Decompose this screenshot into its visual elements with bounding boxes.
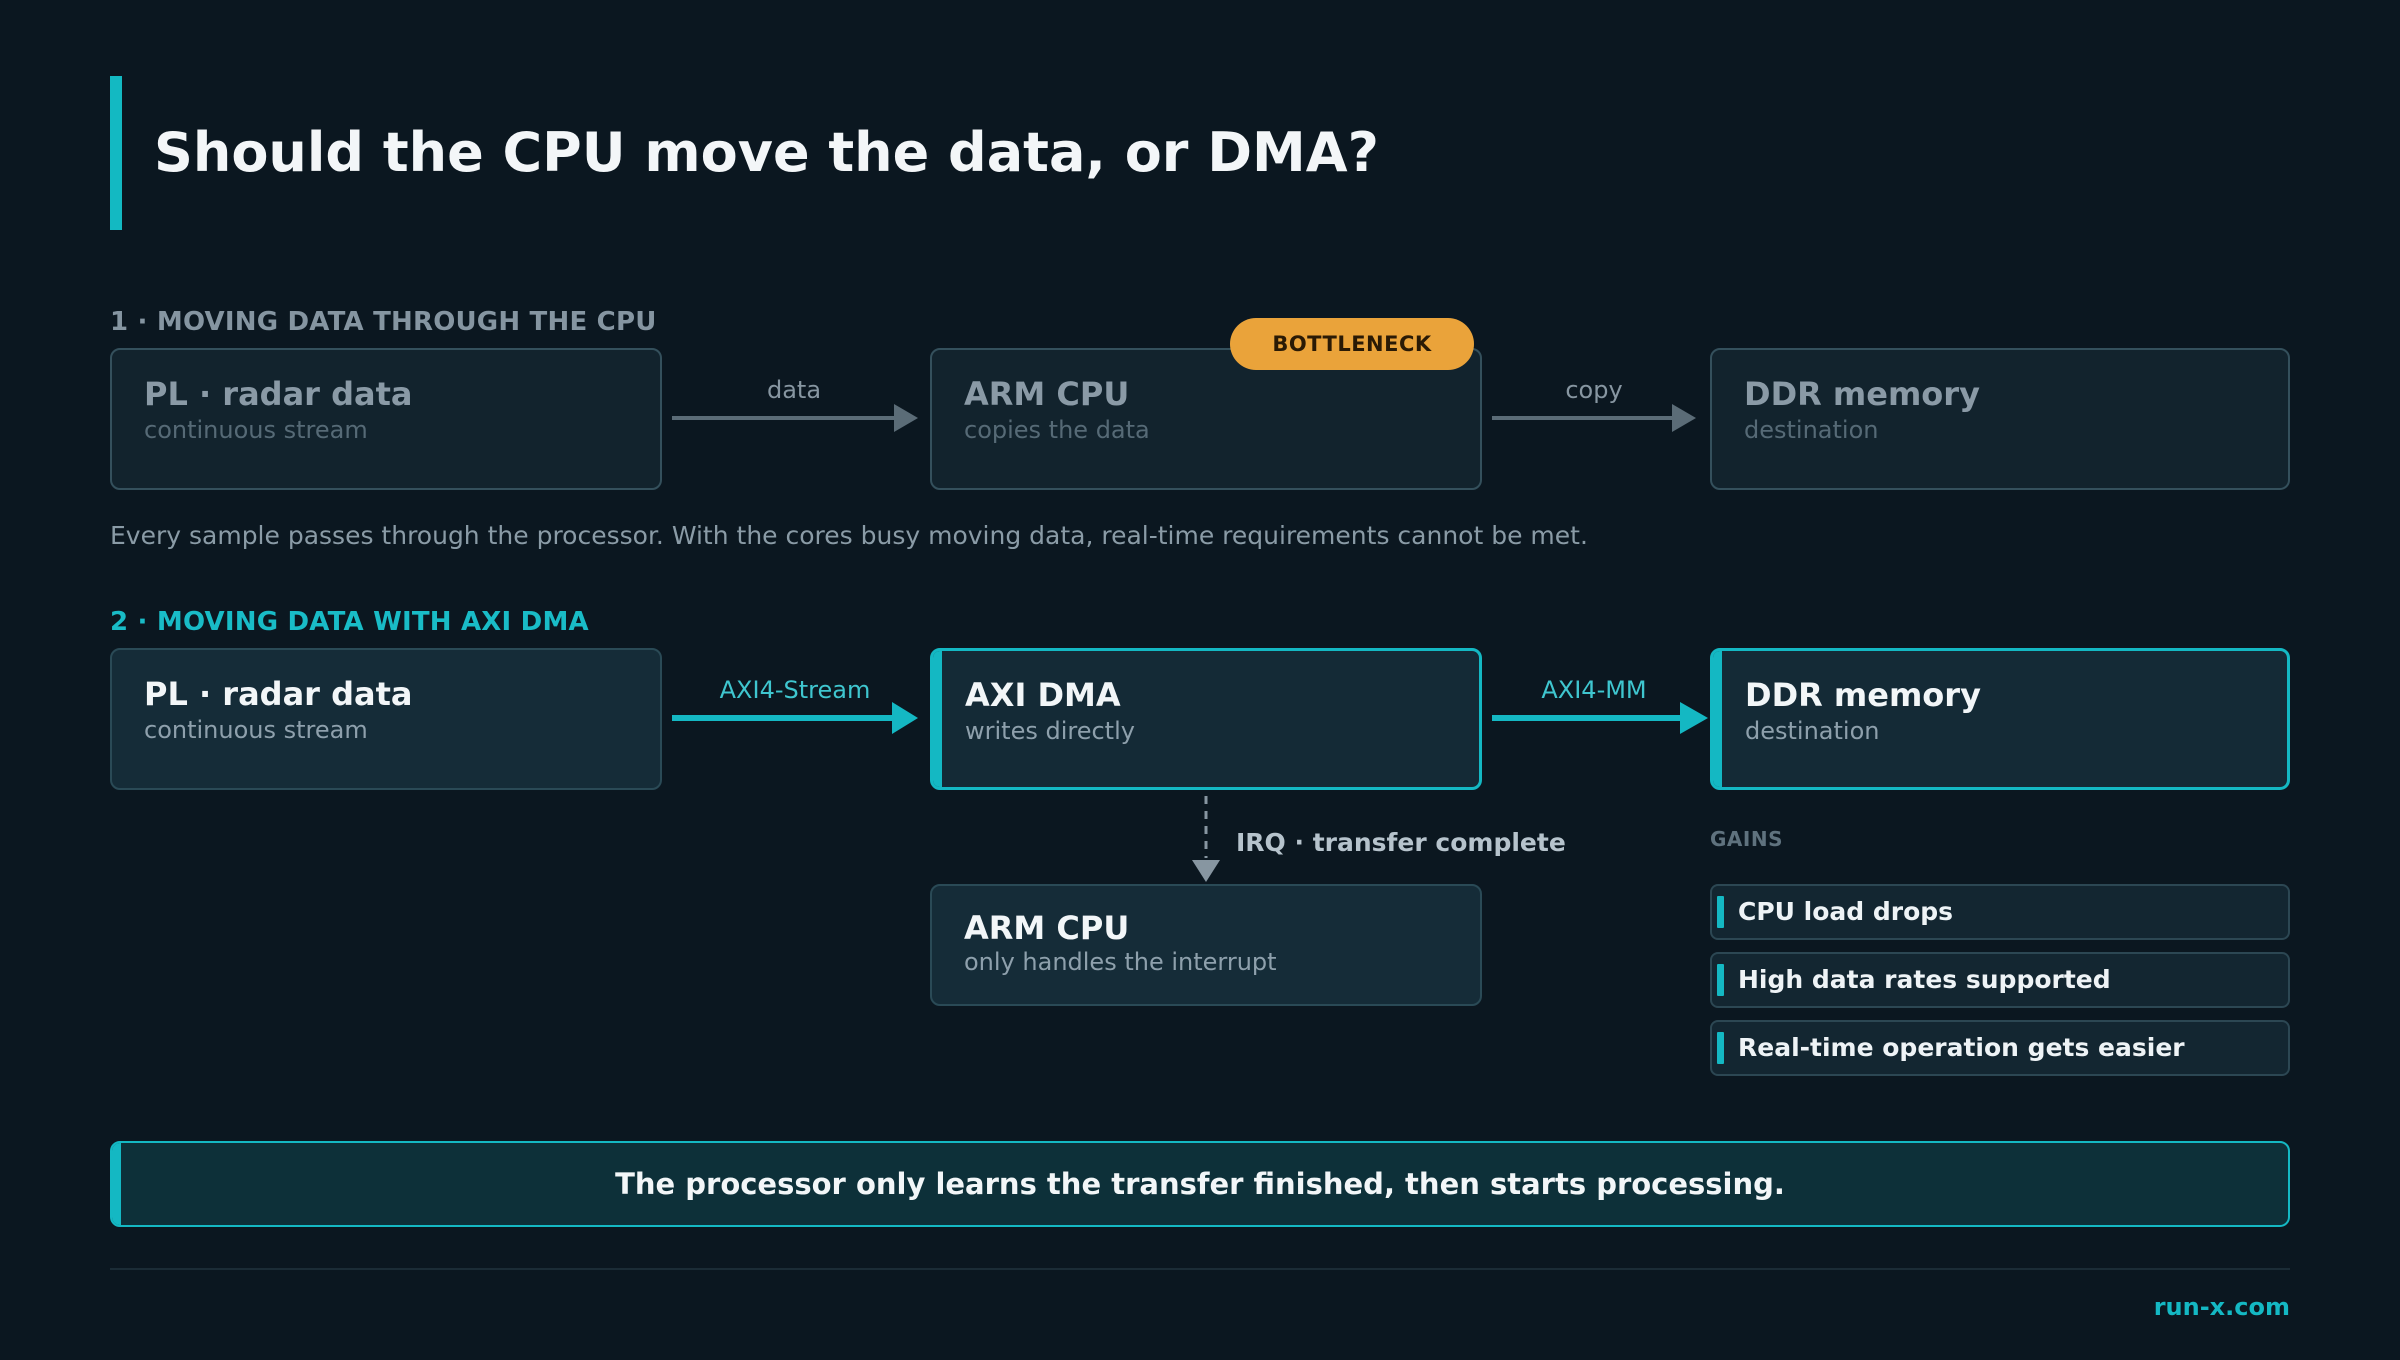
section-1-description: Every sample passes through the processo… <box>110 521 1588 550</box>
gain-text: Real-time operation gets easier <box>1738 1033 2185 1062</box>
callout-text: The processor only learns the transfer f… <box>615 1167 1785 1201</box>
s2-dma-accent <box>933 651 942 787</box>
gain-text: CPU load drops <box>1738 897 1954 926</box>
s1-source-title: PL · radar data <box>144 375 413 413</box>
s1-ddr-box: DDR memory destination <box>1710 348 2290 490</box>
arrow-copy-label: copy <box>1565 376 1623 404</box>
gain-item: CPU load drops <box>1710 884 2290 940</box>
s1-ddr-subtitle: destination <box>1744 416 1879 444</box>
s2-dma-box: AXI DMA writes directly <box>930 648 1482 790</box>
footer-link[interactable]: run-x.com <box>2154 1292 2290 1322</box>
arrow-axi4-stream <box>672 702 918 734</box>
s1-cpu-title: ARM CPU <box>964 375 1130 413</box>
arrow-data <box>672 404 918 432</box>
s2-source-subtitle: continuous stream <box>144 716 368 744</box>
footer-divider <box>110 1268 2290 1270</box>
s2-cpu-box: ARM CPU only handles the interrupt <box>930 884 1482 1006</box>
s1-ddr-title: DDR memory <box>1744 375 1980 413</box>
section-2-label: 2 · MOVING DATA WITH AXI DMA <box>110 607 589 637</box>
s2-cpu-subtitle: only handles the interrupt <box>964 948 1277 976</box>
bottleneck-badge: BOTTLENECK <box>1230 318 1474 370</box>
s2-source-box: PL · radar data continuous stream <box>110 648 662 790</box>
arrow-axi4-stream-label: AXI4-Stream <box>719 676 871 704</box>
s1-source-box: PL · radar data continuous stream <box>110 348 662 490</box>
s2-source-title: PL · radar data <box>144 675 413 713</box>
gain-text: High data rates supported <box>1738 965 2111 994</box>
arrow-data-label: data <box>766 376 822 404</box>
gain-accent <box>1717 964 1724 996</box>
s2-cpu-title: ARM CPU <box>964 909 1130 947</box>
arrow-irq <box>1192 796 1220 882</box>
gain-accent <box>1717 1032 1724 1064</box>
arrow-axi4-mm-label: AXI4-MM <box>1541 676 1647 704</box>
summary-callout: The processor only learns the transfer f… <box>110 1141 2290 1227</box>
s2-ddr-subtitle: destination <box>1745 717 1880 745</box>
s2-ddr-title: DDR memory <box>1745 676 1981 714</box>
s2-ddr-accent <box>1713 651 1722 787</box>
gain-item: Real-time operation gets easier <box>1710 1020 2290 1076</box>
s1-cpu-subtitle: copies the data <box>964 416 1150 444</box>
section-1-label: 1 · MOVING DATA THROUGH THE CPU <box>110 307 657 337</box>
s2-dma-title: AXI DMA <box>965 676 1121 714</box>
s1-source-subtitle: continuous stream <box>144 416 368 444</box>
arrow-axi4-mm <box>1492 702 1708 734</box>
gains-label: GAINS <box>1710 827 1783 851</box>
arrow-copy <box>1492 404 1696 432</box>
s2-dma-subtitle: writes directly <box>965 717 1135 745</box>
irq-label: IRQ · transfer complete <box>1236 828 1566 857</box>
gain-item: High data rates supported <box>1710 952 2290 1008</box>
s2-ddr-box: DDR memory destination <box>1710 648 2290 790</box>
gain-accent <box>1717 896 1724 928</box>
